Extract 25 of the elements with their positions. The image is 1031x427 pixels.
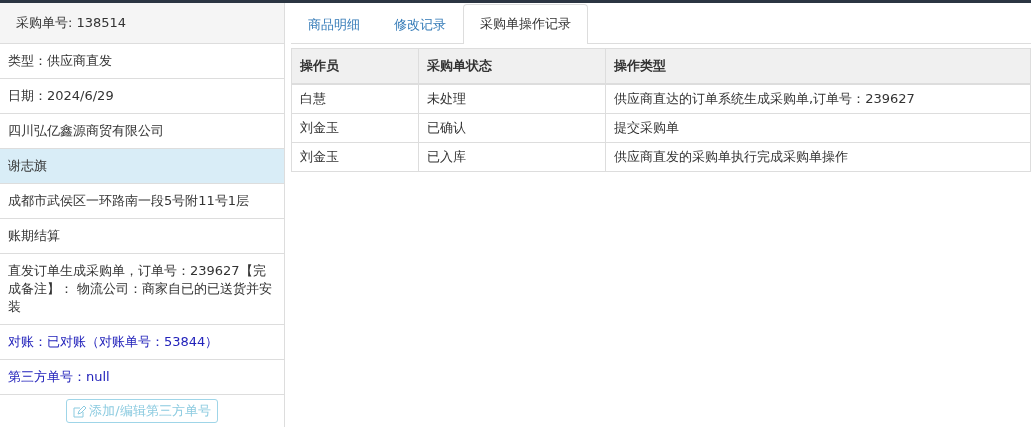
tab[interactable]: 采购单操作记录 [463, 4, 588, 44]
info-link[interactable]: 第三方单号：null [0, 360, 284, 395]
order-number-header: 采购单号: 138514 [0, 3, 284, 44]
table-cell: 提交采购单 [605, 113, 1031, 143]
info-row: 类型：供应商直发 [0, 44, 284, 79]
column-header: 采购单状态 [418, 48, 606, 84]
tab[interactable]: 商品明细 [291, 5, 377, 44]
info-row: 成都市武侯区一环路南一段5号附11号1层 [0, 184, 284, 219]
table-cell: 白慧 [291, 84, 419, 114]
table-cell: 供应商直达的订单系统生成采购单,订单号：239627 [605, 84, 1031, 114]
column-header: 操作员 [291, 48, 419, 84]
tab[interactable]: 修改记录 [377, 5, 463, 44]
table-cell: 已确认 [418, 113, 606, 143]
table-cell: 刘金玉 [291, 142, 419, 172]
info-row: 日期：2024/6/29 [0, 79, 284, 114]
edit-icon [73, 404, 87, 418]
info-link[interactable]: 对账：已对账（对账单号：53844） [0, 325, 284, 360]
info-row: 账期结算 [0, 219, 284, 254]
table-cell: 刘金玉 [291, 113, 419, 143]
info-row: 谢志旗 [0, 149, 284, 184]
info-row: 直发订单生成采购单，订单号：239627【完成备注】： 物流公司：商家自已的已送货并安装 [0, 254, 284, 325]
table-cell: 未处理 [418, 84, 606, 114]
column-header: 操作类型 [605, 48, 1031, 84]
table-cell: 已入库 [418, 142, 606, 172]
table-cell: 供应商直发的采购单执行完成采购单操作 [605, 142, 1031, 172]
